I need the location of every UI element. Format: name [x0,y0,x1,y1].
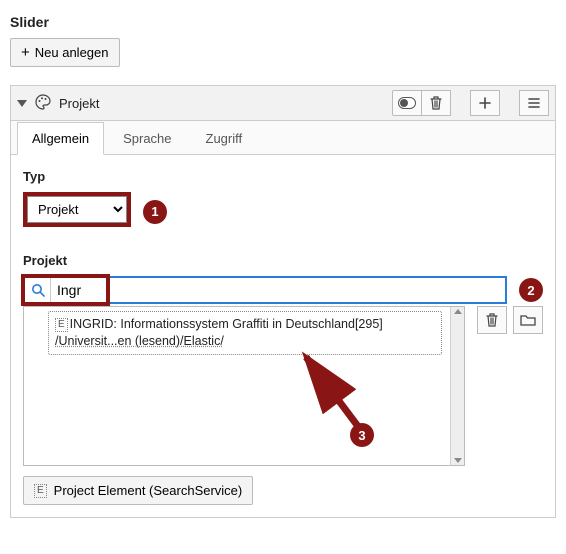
search-icon[interactable] [25,278,51,302]
panel-actions [393,90,549,116]
collapse-icon[interactable] [17,98,27,108]
typ-select-highlight: Projekt [23,192,131,227]
toggle-button[interactable] [392,90,422,116]
new-button[interactable]: + Neu anlegen [10,38,120,67]
menu-button[interactable] [519,90,549,116]
typ-select[interactable]: Projekt [27,196,127,223]
project-element-button[interactable]: E Project Element (SearchService) [23,476,253,505]
page-title: Slider [10,14,556,30]
tab-bar: Allgemein Sprache Zugriff [11,121,555,155]
tab-zugriff[interactable]: Zugriff [191,122,258,155]
tab-allgemein[interactable]: Allgemein [17,122,104,155]
step-badge-2: 2 [519,278,543,302]
projekt-label: Projekt [23,253,543,268]
panel-title: Projekt [59,96,99,111]
suggestion-line2: /Universit...en (lesend)/Elastic/ [55,334,224,348]
project-element-label: Project Element (SearchService) [54,483,243,498]
projekt-search-highlight [21,274,110,306]
projekt-panel: Projekt Allgemein Sprache Zugriff Typ [10,85,556,518]
panel-header: Projekt [11,86,555,121]
projekt-results-area: EINGRID: Informationssystem Graffiti in … [23,306,465,466]
step-badge-3: 3 [350,423,374,447]
suggestion-line1: INGRID: Informationssystem Graffiti in D… [70,317,383,331]
new-button-label: Neu anlegen [35,45,109,60]
browse-folder-button[interactable] [513,306,543,334]
palette-icon [35,94,51,113]
projekt-side-actions [477,306,543,334]
e-badge-icon: E [55,318,68,332]
add-button[interactable] [470,90,500,116]
projekt-search-input[interactable] [51,278,106,302]
typ-label: Typ [23,169,543,184]
panel-body: Allgemein Sprache Zugriff Typ Projekt 1 … [11,121,555,517]
projekt-search-box [23,276,507,304]
delete-entry-button[interactable] [477,306,507,334]
projekt-suggestion[interactable]: EINGRID: Informationssystem Graffiti in … [48,311,442,355]
step-badge-1: 1 [143,200,167,224]
e-badge-icon: E [34,484,47,498]
plus-icon: + [21,45,30,60]
delete-button[interactable] [421,90,451,116]
tab-sprache[interactable]: Sprache [108,122,186,155]
scrollbar[interactable] [450,307,464,465]
